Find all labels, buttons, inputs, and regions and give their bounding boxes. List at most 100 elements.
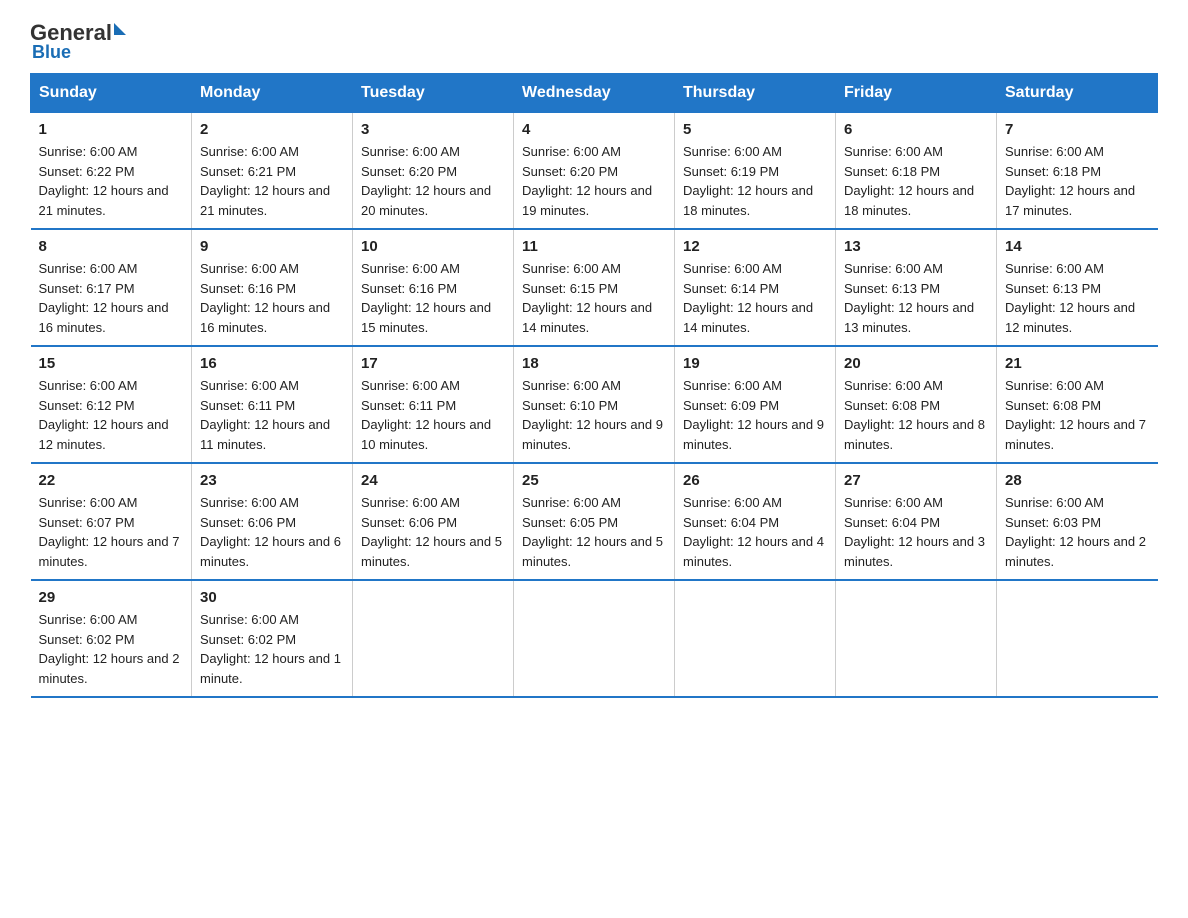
- calendar-cell: 7 Sunrise: 6:00 AM Sunset: 6:18 PM Dayli…: [997, 113, 1158, 230]
- logo: General Blue: [30, 20, 126, 63]
- calendar-body: 1 Sunrise: 6:00 AM Sunset: 6:22 PM Dayli…: [31, 113, 1158, 698]
- day-info: Sunrise: 6:00 AM Sunset: 6:06 PM Dayligh…: [361, 493, 505, 571]
- header-wednesday: Wednesday: [514, 74, 675, 113]
- day-number: 5: [683, 121, 827, 138]
- calendar-cell: 21 Sunrise: 6:00 AM Sunset: 6:08 PM Dayl…: [997, 346, 1158, 463]
- header-sunday: Sunday: [31, 74, 192, 113]
- day-number: 15: [39, 355, 184, 372]
- header-tuesday: Tuesday: [353, 74, 514, 113]
- day-info: Sunrise: 6:00 AM Sunset: 6:14 PM Dayligh…: [683, 259, 827, 337]
- day-number: 26: [683, 472, 827, 489]
- calendar-cell: 22 Sunrise: 6:00 AM Sunset: 6:07 PM Dayl…: [31, 463, 192, 580]
- calendar-header-row: Sunday Monday Tuesday Wednesday Thursday…: [31, 74, 1158, 113]
- calendar-cell: 16 Sunrise: 6:00 AM Sunset: 6:11 PM Dayl…: [192, 346, 353, 463]
- day-info: Sunrise: 6:00 AM Sunset: 6:08 PM Dayligh…: [844, 376, 988, 454]
- day-number: 20: [844, 355, 988, 372]
- day-number: 3: [361, 121, 505, 138]
- calendar-cell: 18 Sunrise: 6:00 AM Sunset: 6:10 PM Dayl…: [514, 346, 675, 463]
- page-header: General Blue: [30, 20, 1158, 63]
- calendar-cell: [675, 580, 836, 697]
- day-info: Sunrise: 6:00 AM Sunset: 6:19 PM Dayligh…: [683, 142, 827, 220]
- day-info: Sunrise: 6:00 AM Sunset: 6:07 PM Dayligh…: [39, 493, 184, 571]
- day-number: 11: [522, 238, 666, 255]
- day-number: 14: [1005, 238, 1150, 255]
- header-thursday: Thursday: [675, 74, 836, 113]
- day-number: 13: [844, 238, 988, 255]
- calendar-cell: 2 Sunrise: 6:00 AM Sunset: 6:21 PM Dayli…: [192, 113, 353, 230]
- calendar-cell: [353, 580, 514, 697]
- day-info: Sunrise: 6:00 AM Sunset: 6:04 PM Dayligh…: [844, 493, 988, 571]
- day-info: Sunrise: 6:00 AM Sunset: 6:22 PM Dayligh…: [39, 142, 184, 220]
- day-info: Sunrise: 6:00 AM Sunset: 6:16 PM Dayligh…: [200, 259, 344, 337]
- calendar-cell: 6 Sunrise: 6:00 AM Sunset: 6:18 PM Dayli…: [836, 113, 997, 230]
- calendar-cell: 13 Sunrise: 6:00 AM Sunset: 6:13 PM Dayl…: [836, 229, 997, 346]
- day-number: 23: [200, 472, 344, 489]
- day-info: Sunrise: 6:00 AM Sunset: 6:13 PM Dayligh…: [1005, 259, 1150, 337]
- day-info: Sunrise: 6:00 AM Sunset: 6:04 PM Dayligh…: [683, 493, 827, 571]
- calendar-week-row: 8 Sunrise: 6:00 AM Sunset: 6:17 PM Dayli…: [31, 229, 1158, 346]
- calendar-cell: 17 Sunrise: 6:00 AM Sunset: 6:11 PM Dayl…: [353, 346, 514, 463]
- day-number: 17: [361, 355, 505, 372]
- calendar-cell: 5 Sunrise: 6:00 AM Sunset: 6:19 PM Dayli…: [675, 113, 836, 230]
- day-number: 2: [200, 121, 344, 138]
- day-info: Sunrise: 6:00 AM Sunset: 6:20 PM Dayligh…: [522, 142, 666, 220]
- day-info: Sunrise: 6:00 AM Sunset: 6:15 PM Dayligh…: [522, 259, 666, 337]
- day-info: Sunrise: 6:00 AM Sunset: 6:02 PM Dayligh…: [39, 610, 184, 688]
- calendar-week-row: 15 Sunrise: 6:00 AM Sunset: 6:12 PM Dayl…: [31, 346, 1158, 463]
- day-info: Sunrise: 6:00 AM Sunset: 6:05 PM Dayligh…: [522, 493, 666, 571]
- day-info: Sunrise: 6:00 AM Sunset: 6:03 PM Dayligh…: [1005, 493, 1150, 571]
- calendar-cell: [836, 580, 997, 697]
- day-info: Sunrise: 6:00 AM Sunset: 6:12 PM Dayligh…: [39, 376, 184, 454]
- calendar-cell: 15 Sunrise: 6:00 AM Sunset: 6:12 PM Dayl…: [31, 346, 192, 463]
- day-number: 4: [522, 121, 666, 138]
- calendar-cell: 14 Sunrise: 6:00 AM Sunset: 6:13 PM Dayl…: [997, 229, 1158, 346]
- day-number: 21: [1005, 355, 1150, 372]
- day-info: Sunrise: 6:00 AM Sunset: 6:11 PM Dayligh…: [200, 376, 344, 454]
- header-saturday: Saturday: [997, 74, 1158, 113]
- header-friday: Friday: [836, 74, 997, 113]
- calendar-cell: 19 Sunrise: 6:00 AM Sunset: 6:09 PM Dayl…: [675, 346, 836, 463]
- calendar-cell: 25 Sunrise: 6:00 AM Sunset: 6:05 PM Dayl…: [514, 463, 675, 580]
- day-info: Sunrise: 6:00 AM Sunset: 6:18 PM Dayligh…: [844, 142, 988, 220]
- day-number: 6: [844, 121, 988, 138]
- calendar-cell: [514, 580, 675, 697]
- day-info: Sunrise: 6:00 AM Sunset: 6:02 PM Dayligh…: [200, 610, 344, 688]
- day-number: 29: [39, 589, 184, 606]
- calendar-cell: 8 Sunrise: 6:00 AM Sunset: 6:17 PM Dayli…: [31, 229, 192, 346]
- calendar-cell: [997, 580, 1158, 697]
- day-number: 12: [683, 238, 827, 255]
- calendar-cell: 23 Sunrise: 6:00 AM Sunset: 6:06 PM Dayl…: [192, 463, 353, 580]
- calendar-cell: 24 Sunrise: 6:00 AM Sunset: 6:06 PM Dayl…: [353, 463, 514, 580]
- calendar-cell: 27 Sunrise: 6:00 AM Sunset: 6:04 PM Dayl…: [836, 463, 997, 580]
- calendar-cell: 3 Sunrise: 6:00 AM Sunset: 6:20 PM Dayli…: [353, 113, 514, 230]
- day-info: Sunrise: 6:00 AM Sunset: 6:06 PM Dayligh…: [200, 493, 344, 571]
- day-number: 1: [39, 121, 184, 138]
- day-number: 16: [200, 355, 344, 372]
- day-info: Sunrise: 6:00 AM Sunset: 6:17 PM Dayligh…: [39, 259, 184, 337]
- day-info: Sunrise: 6:00 AM Sunset: 6:13 PM Dayligh…: [844, 259, 988, 337]
- day-info: Sunrise: 6:00 AM Sunset: 6:09 PM Dayligh…: [683, 376, 827, 454]
- day-number: 18: [522, 355, 666, 372]
- calendar-week-row: 1 Sunrise: 6:00 AM Sunset: 6:22 PM Dayli…: [31, 113, 1158, 230]
- day-number: 7: [1005, 121, 1150, 138]
- calendar-cell: 29 Sunrise: 6:00 AM Sunset: 6:02 PM Dayl…: [31, 580, 192, 697]
- calendar-cell: 30 Sunrise: 6:00 AM Sunset: 6:02 PM Dayl…: [192, 580, 353, 697]
- day-info: Sunrise: 6:00 AM Sunset: 6:08 PM Dayligh…: [1005, 376, 1150, 454]
- day-info: Sunrise: 6:00 AM Sunset: 6:18 PM Dayligh…: [1005, 142, 1150, 220]
- calendar-cell: 11 Sunrise: 6:00 AM Sunset: 6:15 PM Dayl…: [514, 229, 675, 346]
- calendar-cell: 9 Sunrise: 6:00 AM Sunset: 6:16 PM Dayli…: [192, 229, 353, 346]
- day-info: Sunrise: 6:00 AM Sunset: 6:21 PM Dayligh…: [200, 142, 344, 220]
- calendar-cell: 10 Sunrise: 6:00 AM Sunset: 6:16 PM Dayl…: [353, 229, 514, 346]
- day-number: 22: [39, 472, 184, 489]
- day-number: 25: [522, 472, 666, 489]
- day-info: Sunrise: 6:00 AM Sunset: 6:10 PM Dayligh…: [522, 376, 666, 454]
- calendar-cell: 28 Sunrise: 6:00 AM Sunset: 6:03 PM Dayl…: [997, 463, 1158, 580]
- calendar-week-row: 22 Sunrise: 6:00 AM Sunset: 6:07 PM Dayl…: [31, 463, 1158, 580]
- day-number: 10: [361, 238, 505, 255]
- calendar-cell: 1 Sunrise: 6:00 AM Sunset: 6:22 PM Dayli…: [31, 113, 192, 230]
- logo-triangle-icon: [114, 23, 126, 35]
- calendar-table: Sunday Monday Tuesday Wednesday Thursday…: [30, 73, 1158, 698]
- day-info: Sunrise: 6:00 AM Sunset: 6:20 PM Dayligh…: [361, 142, 505, 220]
- day-number: 19: [683, 355, 827, 372]
- day-number: 27: [844, 472, 988, 489]
